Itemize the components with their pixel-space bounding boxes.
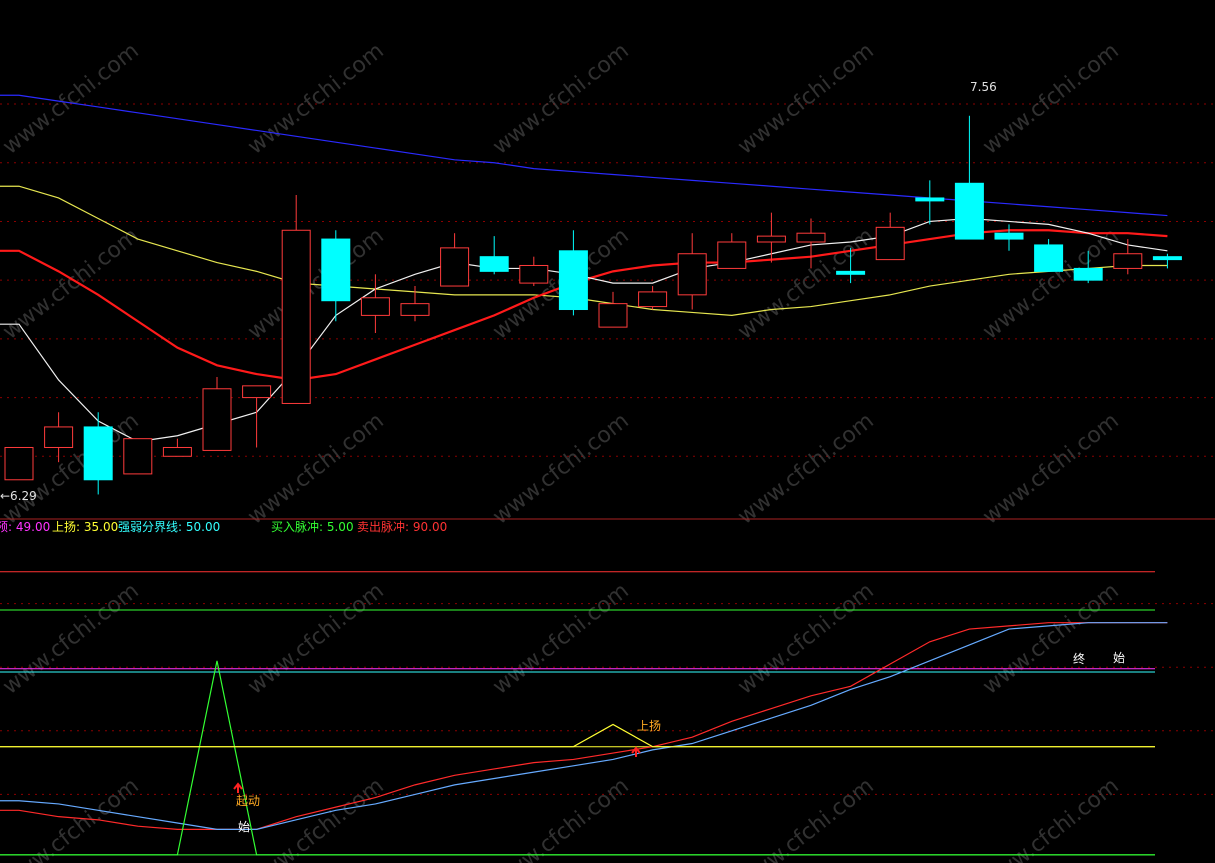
candle-body <box>83 426 113 481</box>
candle[interactable] <box>4 446 34 481</box>
qidong-label: 起动 <box>236 794 260 808</box>
candle-body <box>994 232 1024 240</box>
legend-item: 预: 49.00 <box>0 520 50 534</box>
candle-body <box>360 297 390 316</box>
candle-body <box>479 256 509 272</box>
candle-body <box>1113 253 1143 269</box>
candle-body <box>519 264 549 284</box>
candle-body <box>836 270 866 275</box>
stock-chart: www.cfchi.com www.cfchi.com www.cfchi.com w… <box>0 0 1215 863</box>
candle-body <box>242 385 272 399</box>
candle-body <box>440 247 470 287</box>
candle-body <box>123 438 153 475</box>
high-price-label: 7.56 <box>970 80 997 94</box>
candle-body <box>756 235 786 243</box>
legend-item: 上扬: 35.00 <box>52 519 118 534</box>
candle-body <box>915 197 945 202</box>
legend-item: 卖出脉冲: 90.00 <box>357 519 447 534</box>
candle-body <box>400 303 430 316</box>
legend-item: 强弱分界线: 50.00 <box>118 520 220 534</box>
candle-body <box>1073 267 1103 281</box>
candle-body <box>321 238 351 302</box>
candle-body <box>558 250 588 311</box>
candle-body <box>44 426 74 448</box>
candle-body <box>717 241 747 269</box>
candle-body <box>796 232 826 243</box>
candle[interactable] <box>123 438 153 475</box>
shi-label-2: 始 <box>1113 651 1125 665</box>
candle-body <box>281 229 311 404</box>
candle-body <box>677 253 707 296</box>
candle-body <box>638 291 668 308</box>
candle-body <box>1152 256 1182 261</box>
candle-body <box>598 303 628 328</box>
low-price-label: ←6.29 <box>0 489 37 503</box>
candle-body <box>4 446 34 481</box>
shi-label-1: 始 <box>238 820 250 834</box>
shangyang-label: 上扬 <box>637 718 661 733</box>
candle-body <box>202 388 232 451</box>
candle-body <box>954 182 984 240</box>
candle-body <box>875 226 905 261</box>
candle-body <box>1034 244 1064 272</box>
candle-body <box>162 446 192 457</box>
zhong-label: 终 <box>1073 651 1085 666</box>
legend-item: 买入脉冲: 5.00 <box>271 519 354 534</box>
